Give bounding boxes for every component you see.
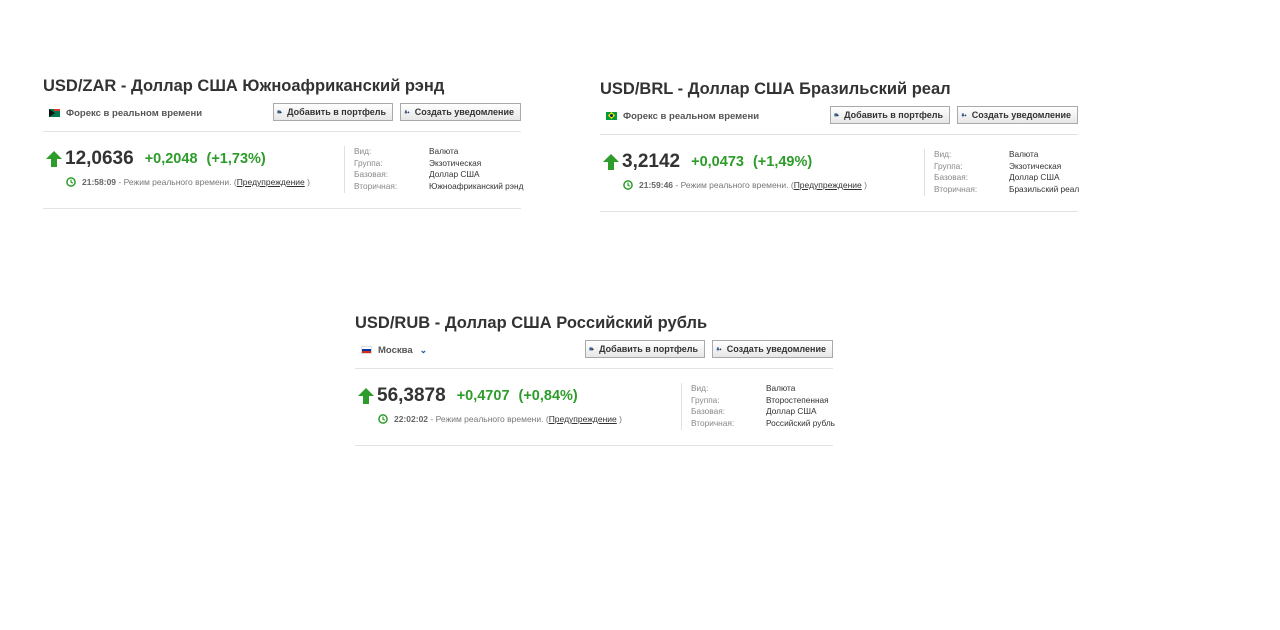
update-time: 21:59:46 <box>639 180 674 190</box>
price-change-percent: (+1,49%) <box>752 154 813 170</box>
widget-actions: Добавить в портфель Создать уведомление <box>273 103 521 121</box>
info-row-secondary: Вторичная: Бразильский реал <box>934 184 1080 195</box>
alert-bell-icon <box>404 110 410 115</box>
instrument-info: Вид: Валюта Группа: Второстепенная Базовая… <box>681 383 836 430</box>
update-time-line: 21:59:46 - Режим реального времени. ( Пр… <box>623 180 867 190</box>
warning-link[interactable]: Предупреждение <box>794 180 862 190</box>
info-row-base: Базовая: Доллар США <box>354 169 480 180</box>
update-time-line: 21:58:09 - Режим реального времени. ( Пр… <box>66 177 310 187</box>
brazil-flag-icon <box>606 112 617 120</box>
quote-panel: 3,2142 +0,0473 (+1,49%) 21:59:46 - Режим… <box>600 135 1080 212</box>
instrument-info: Вид: Валюта Группа: Экзотическая Базовая: Д… <box>344 146 524 193</box>
exchange-selector[interactable]: Москва ⌄ <box>361 342 427 358</box>
add-to-portfolio-button[interactable]: Добавить в портфель <box>273 103 393 121</box>
instrument-title: USD/BRL - Доллар США Бразильский реал <box>600 80 951 98</box>
price-change: +0,2048 <box>144 151 198 167</box>
quote-panel: 56,3878 +0,4707 (+0,84%) 22:02:02 - Режи… <box>355 369 836 446</box>
source-text: Форекс в реальном времени <box>66 107 203 119</box>
create-alert-button[interactable]: Создать уведомление <box>712 340 833 358</box>
exchange-name: Москва <box>378 344 413 356</box>
create-alert-button[interactable]: Создать уведомление <box>400 103 521 121</box>
info-row-type: Вид: Валюта <box>354 146 459 156</box>
info-row-group: Группа: Второстепенная <box>691 394 829 405</box>
price-change-percent: (+0,84%) <box>518 388 578 404</box>
alert-bell-icon <box>961 113 967 118</box>
price-change: +0,0473 <box>691 154 744 170</box>
last-price: 56,3878 <box>377 385 446 406</box>
realtime-note: - Режим реального времени. ( <box>673 180 794 190</box>
up-arrow-icon <box>358 388 374 404</box>
realtime-note: - Режим реального времени. ( <box>116 177 237 187</box>
info-row-base: Базовая: Доллар США <box>934 172 1060 183</box>
info-row-group: Группа: Экзотическая <box>354 157 482 168</box>
widget-toolbar: Форекс в реальном времени Добавить в пор… <box>43 103 521 132</box>
widget-toolbar: Москва ⌄ Добавить в портфель Создать уве… <box>355 340 833 369</box>
add-to-portfolio-label: Добавить в портфель <box>599 344 698 354</box>
source-label: Форекс в реальном времени <box>49 105 202 121</box>
add-to-portfolio-button[interactable]: Добавить в портфель <box>830 106 950 124</box>
clock-icon <box>66 177 76 187</box>
create-alert-button[interactable]: Создать уведомление <box>957 106 1078 124</box>
warning-link[interactable]: Предупреждение <box>549 414 617 424</box>
chevron-down-icon[interactable]: ⌄ <box>420 345 428 356</box>
quote-line: 12,0636 +0,2048 (+1,73%) <box>46 148 266 170</box>
info-row-group: Группа: Экзотическая <box>934 160 1062 171</box>
create-alert-label: Создать уведомление <box>414 107 514 117</box>
realtime-note-close: ) <box>304 177 310 187</box>
update-time-line: 22:02:02 - Режим реального времени. ( Пр… <box>378 414 622 424</box>
update-time: 22:02:02 <box>394 414 429 424</box>
info-row-type: Вид: Валюта <box>934 149 1039 159</box>
up-arrow-icon <box>46 151 62 167</box>
create-alert-label: Создать уведомление <box>726 344 826 354</box>
info-row-type: Вид: Валюта <box>691 383 796 393</box>
realtime-note: - Режим реального времени. ( <box>428 414 549 424</box>
quote-panel: 12,0636 +0,2048 (+1,73%) 21:58:09 - Режи… <box>43 132 524 209</box>
clock-icon <box>623 180 633 190</box>
alert-bell-icon <box>716 347 722 352</box>
south-africa-flag-icon <box>49 109 60 117</box>
info-row-secondary: Вторичная: Южноафриканский рэнд <box>354 181 524 192</box>
price-change: +0,4707 <box>456 388 510 404</box>
warning-link[interactable]: Предупреждение <box>237 177 305 187</box>
add-portfolio-icon <box>834 113 839 117</box>
info-row-base: Базовая: Доллар США <box>691 406 817 417</box>
info-row-secondary: Вторичная: Российский рубль <box>691 418 836 429</box>
create-alert-label: Создать уведомление <box>971 110 1071 120</box>
last-price: 12,0636 <box>65 148 134 169</box>
quote-widget-usd-zar: USD/ZAR - Доллар США Южноафриканский рэн… <box>43 75 524 209</box>
last-price: 3,2142 <box>622 151 681 172</box>
add-to-portfolio-label: Добавить в портфель <box>844 110 943 120</box>
add-portfolio-icon <box>589 347 594 351</box>
widget-toolbar: Форекс в реальном времени Добавить в пор… <box>600 106 1078 135</box>
realtime-note-close: ) <box>861 180 867 190</box>
source-text: Форекс в реальном времени <box>623 110 760 122</box>
up-arrow-icon <box>603 154 619 170</box>
add-to-portfolio-button[interactable]: Добавить в портфель <box>585 340 705 358</box>
widget-actions: Добавить в портфель Создать уведомление <box>585 340 833 358</box>
instrument-title: USD/RUB - Доллар США Российский рубль <box>355 314 708 332</box>
instrument-title: USD/ZAR - Доллар США Южноафриканский рэн… <box>43 77 445 95</box>
price-change-percent: (+1,73%) <box>206 151 266 167</box>
realtime-note-close: ) <box>616 414 622 424</box>
quote-widget-usd-brl: USD/BRL - Доллар США Бразильский реал Фо… <box>600 78 1080 212</box>
quote-widget-usd-rub: USD/RUB - Доллар США Российский рубль Мо… <box>355 312 836 446</box>
add-to-portfolio-label: Добавить в портфель <box>287 107 386 117</box>
quote-line: 3,2142 +0,0473 (+1,49%) <box>603 151 812 173</box>
widget-actions: Добавить в портфель Создать уведомление <box>830 106 1078 124</box>
quote-line: 56,3878 +0,4707 (+0,84%) <box>358 385 578 407</box>
instrument-info: Вид: Валюта Группа: Экзотическая Базовая: Д… <box>924 149 1080 196</box>
add-portfolio-icon <box>277 110 282 114</box>
russia-flag-icon <box>361 346 372 354</box>
source-label: Форекс в реальном времени <box>606 108 759 124</box>
clock-icon <box>378 414 388 424</box>
update-time: 21:58:09 <box>82 177 117 187</box>
